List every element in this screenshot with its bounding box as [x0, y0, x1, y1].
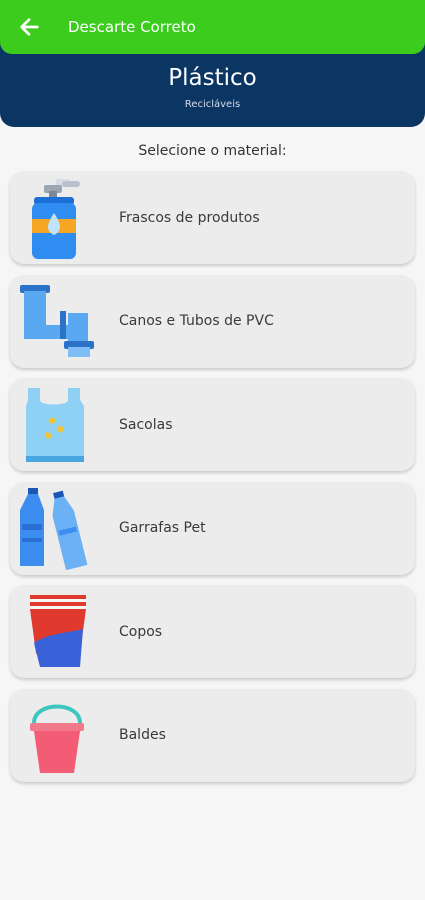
- material-label: Copos: [119, 623, 163, 640]
- app-title: Descarte Correto: [68, 18, 196, 36]
- material-label: Frascos de produtos: [119, 209, 260, 226]
- material-list: Frascos de produtos Canos e Tubos de PVC…: [10, 171, 415, 792]
- material-card-canos[interactable]: Canos e Tubos de PVC: [10, 274, 415, 368]
- material-label: Baldes: [119, 727, 166, 743]
- pvc-pipe-icon: [20, 284, 94, 357]
- material-card-garrafas[interactable]: Garrafas Pet: [10, 481, 415, 575]
- select-material-prompt: Selecione o material:: [138, 143, 287, 159]
- back-button[interactable]: [14, 12, 44, 42]
- bucket-icon: [30, 704, 84, 773]
- spray-bottle-icon: [32, 179, 80, 259]
- material-card-copos[interactable]: Copos: [10, 585, 415, 678]
- category-subtitle: Recicláveis: [184, 99, 241, 110]
- material-card-sacolas[interactable]: Sacolas: [10, 378, 415, 471]
- material-label: Garrafas Pet: [119, 520, 206, 536]
- app-bar: Descarte Correto: [0, 0, 425, 54]
- pet-bottles-icon: [20, 487, 88, 570]
- cups-icon: [30, 595, 86, 667]
- category-title: Plástico: [168, 65, 257, 91]
- plastic-bag-icon: [26, 388, 84, 462]
- material-card-baldes[interactable]: Baldes: [10, 688, 415, 782]
- arrow-left-icon: [20, 18, 39, 36]
- material-card-frascos[interactable]: Frascos de produtos: [10, 171, 415, 264]
- material-label: Sacolas: [119, 416, 173, 433]
- material-label: Canos e Tubos de PVC: [119, 313, 274, 329]
